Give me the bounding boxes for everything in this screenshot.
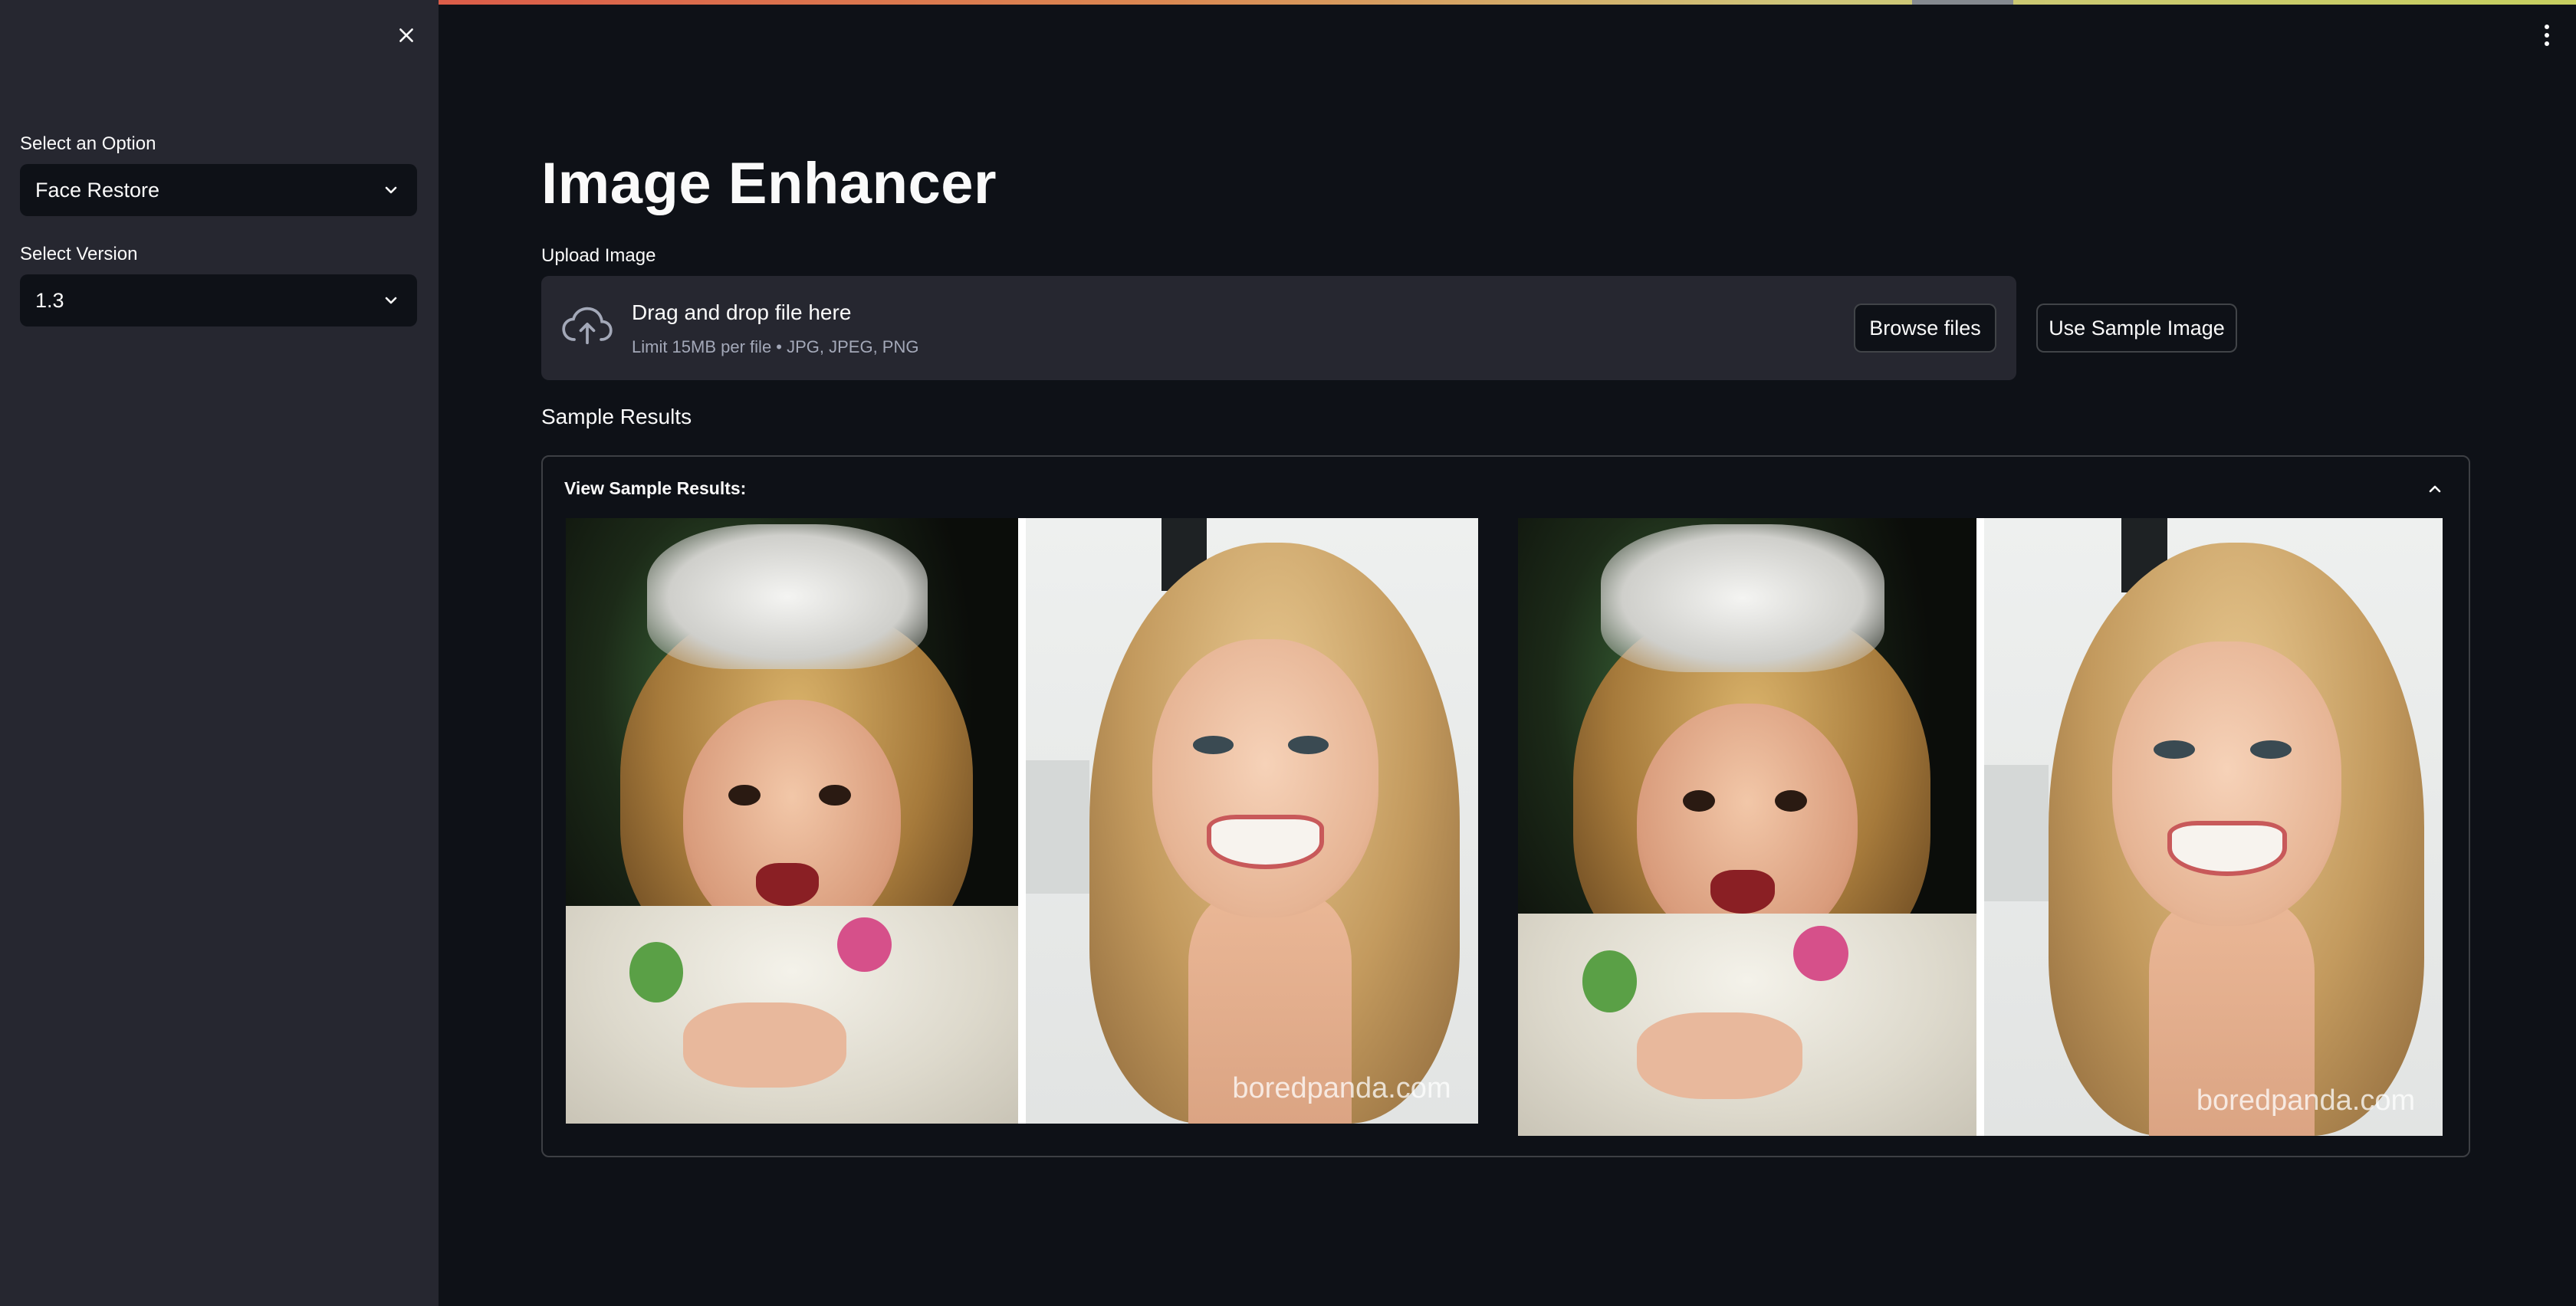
- sample-image-after: boredpanda.com: [1518, 518, 2443, 1136]
- page-title: Image Enhancer: [541, 151, 997, 216]
- photo-hand: [683, 1002, 846, 1088]
- option-select-value: Face Restore: [35, 178, 160, 202]
- use-sample-image-button[interactable]: Use Sample Image: [2036, 304, 2237, 353]
- photo-face: [1152, 639, 1379, 918]
- menu-dot: [2545, 41, 2549, 46]
- upload-label: Upload Image: [541, 245, 656, 266]
- close-icon: [399, 28, 413, 42]
- dropzone-title: Drag and drop file here: [632, 300, 852, 324]
- option-select[interactable]: Face Restore: [20, 164, 417, 216]
- photo-bead: [1792, 925, 1848, 982]
- photo-mouth: [1710, 870, 1775, 914]
- file-dropzone[interactable]: Drag and drop file here Limit 15MB per f…: [541, 276, 2016, 380]
- watermark-text: boredpanda.com: [1232, 1072, 1451, 1105]
- photo-face: [2112, 642, 2342, 926]
- girl-photo: [1518, 518, 1976, 1136]
- cloud-upload-icon: [562, 307, 613, 345]
- browse-files-button[interactable]: Browse files: [1854, 304, 1996, 353]
- photo-mouth: [1207, 815, 1325, 870]
- sample-results-heading: Sample Results: [541, 405, 692, 428]
- watermark-text: boredpanda.com: [2196, 1084, 2416, 1117]
- photo-bead: [837, 917, 892, 973]
- sample-results-expander: View Sample Results: boredpanda.com bore…: [541, 455, 2470, 1157]
- photo-mouth: [2167, 820, 2287, 877]
- woman-photo: boredpanda.com: [1026, 518, 1478, 1124]
- dropzone-subtitle: Limit 15MB per file • JPG, JPEG, PNG: [632, 337, 919, 356]
- photo-eye: [728, 784, 761, 806]
- photo-eye: [2249, 740, 2292, 760]
- photo-background-panel: [1984, 765, 2049, 901]
- photo-background-panel: [1026, 760, 1089, 894]
- close-sidebar-button[interactable]: [391, 20, 422, 51]
- photo-hand: [1637, 1012, 1802, 1099]
- version-select[interactable]: 1.3: [20, 274, 417, 326]
- chevron-up-icon: [2429, 485, 2441, 493]
- photo-eye: [819, 784, 851, 806]
- photo-bow: [647, 523, 928, 670]
- version-select-value: 1.3: [35, 288, 64, 312]
- photo-mouth: [755, 863, 820, 906]
- menu-dot: [2545, 33, 2549, 38]
- version-label: Select Version: [20, 244, 138, 264]
- expander-header-label[interactable]: View Sample Results:: [564, 478, 746, 499]
- option-label: Select an Option: [20, 133, 156, 154]
- woman-photo: boredpanda.com: [1984, 518, 2443, 1136]
- photo-bead: [1582, 950, 1638, 1012]
- photo-bead: [629, 942, 684, 1002]
- photo-eye: [1683, 789, 1716, 812]
- more-vertical-icon: [2545, 25, 2549, 29]
- girl-photo: [566, 518, 1018, 1124]
- photo-bow: [1600, 524, 1885, 673]
- expander-toggle[interactable]: [2423, 477, 2447, 501]
- chevron-down-icon: [385, 297, 397, 304]
- sample-image-before: boredpanda.com: [566, 518, 1478, 1124]
- sidebar: Select an Option Face Restore Select Ver…: [0, 0, 439, 1306]
- photo-eye: [1774, 789, 1807, 812]
- main-menu-button[interactable]: [2538, 20, 2556, 51]
- chevron-down-icon: [385, 186, 397, 194]
- status-indicator: [1912, 0, 2013, 5]
